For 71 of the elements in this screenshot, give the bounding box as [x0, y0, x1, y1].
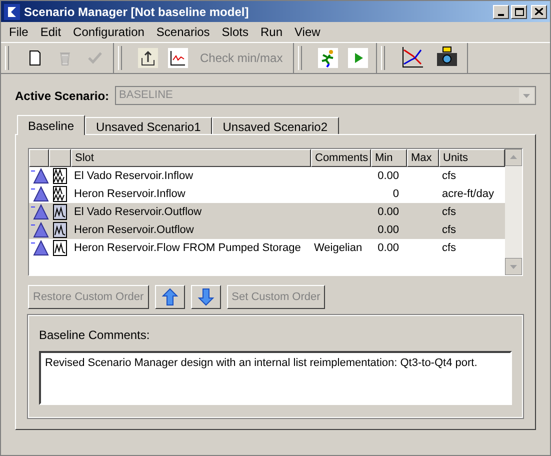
wave-icon [52, 204, 68, 220]
table-cell: 0.00 [378, 206, 399, 218]
tab[interactable]: Baseline [17, 115, 86, 135]
scrollbar[interactable] [505, 149, 522, 275]
table-row[interactable]: Heron Reservoir.Outflow 0.00 cfs [29, 221, 505, 239]
app-logo-icon [4, 4, 20, 20]
close-icon [535, 8, 543, 15]
close-button[interactable] [531, 4, 547, 18]
active-scenario-value: BASELINE [119, 88, 173, 104]
menu-item[interactable]: Slots [216, 23, 254, 41]
tab[interactable]: Unsaved Scenario2 [212, 117, 338, 134]
arrow-up-icon [160, 288, 179, 306]
window-title: Scenario Manager [Not baseline model] [24, 4, 250, 20]
move-up-button[interactable] [154, 285, 185, 309]
table-cell: Heron Reservoir.Flow FROM Pumped Storage [74, 242, 301, 254]
play-button[interactable] [348, 48, 368, 68]
play-icon [348, 48, 368, 68]
reservoir-triangle-icon [30, 186, 48, 202]
comments-field[interactable]: Revised Scenario Manager design with an internal list reimplementation: Qt3-to-Qt4 port. [39, 351, 512, 405]
maximize-icon [514, 8, 524, 16]
table-cell: 0.00 [378, 224, 399, 236]
table-cell: Heron Reservoir.Outflow [74, 224, 194, 236]
active-scenario-label: Active Scenario: [15, 88, 110, 104]
table-row[interactable]: El Vado Reservoir.Outflow 0.00 cfs [29, 203, 505, 221]
tab[interactable]: Unsaved Scenario1 [85, 117, 212, 134]
multi-wave-icon [52, 186, 68, 202]
scroll-down-icon[interactable] [505, 258, 522, 275]
table-cell: Weigelian [314, 242, 362, 254]
crossing-lines-chart-icon [400, 46, 425, 70]
menu-item[interactable]: View [288, 23, 326, 41]
table-cell: El Vado Reservoir.Outflow [74, 206, 202, 218]
arrow-down-icon [196, 288, 215, 306]
menu-item[interactable]: File [3, 23, 34, 41]
column-header[interactable]: Slot [71, 149, 311, 167]
menu-item[interactable]: Edit [34, 23, 68, 41]
table-cell: 0.00 [378, 242, 399, 254]
table-cell: cfs [442, 206, 456, 218]
reservoir-triangle-icon [30, 168, 48, 184]
running-figure-icon [318, 48, 338, 68]
table-cell: Heron Reservoir.Inflow [74, 188, 186, 200]
line-plot-button[interactable] [168, 48, 188, 68]
menu-item[interactable]: Run [254, 23, 288, 41]
running-figure-button[interactable] [318, 48, 338, 68]
table-cell: 0.00 [378, 170, 399, 182]
export-icon [138, 48, 158, 68]
column-header[interactable]: Min [371, 149, 407, 167]
reservoir-triangle-icon [30, 222, 48, 238]
menu-item[interactable]: Configuration [67, 23, 150, 41]
minimize-icon [498, 14, 504, 16]
minimize-button[interactable] [493, 4, 509, 18]
wave-icon [52, 240, 68, 256]
table-cell: 0 [392, 188, 399, 200]
maximize-button[interactable] [511, 4, 527, 18]
menu-item[interactable]: Scenarios [150, 23, 216, 41]
table-cell: El Vado Reservoir.Inflow [74, 170, 194, 182]
column-header[interactable]: Max [407, 149, 439, 167]
move-down-button[interactable] [190, 285, 221, 309]
table-cell: cfs [442, 170, 456, 182]
line-plot-icon [168, 48, 188, 68]
column-header[interactable]: Comments [311, 149, 371, 167]
table-cell: cfs [442, 224, 456, 236]
table-cell: acre-ft/day [442, 188, 494, 200]
comments-label: Baseline Comments: [39, 327, 151, 344]
wave-icon [52, 222, 68, 238]
reservoir-triangle-icon [30, 204, 48, 220]
export-button[interactable] [138, 48, 158, 68]
multi-wave-icon [52, 168, 68, 184]
crossing-lines-chart-button[interactable] [400, 46, 425, 70]
scroll-up-icon[interactable] [505, 149, 522, 166]
table-cell: cfs [442, 242, 456, 254]
reservoir-triangle-icon [30, 240, 48, 256]
